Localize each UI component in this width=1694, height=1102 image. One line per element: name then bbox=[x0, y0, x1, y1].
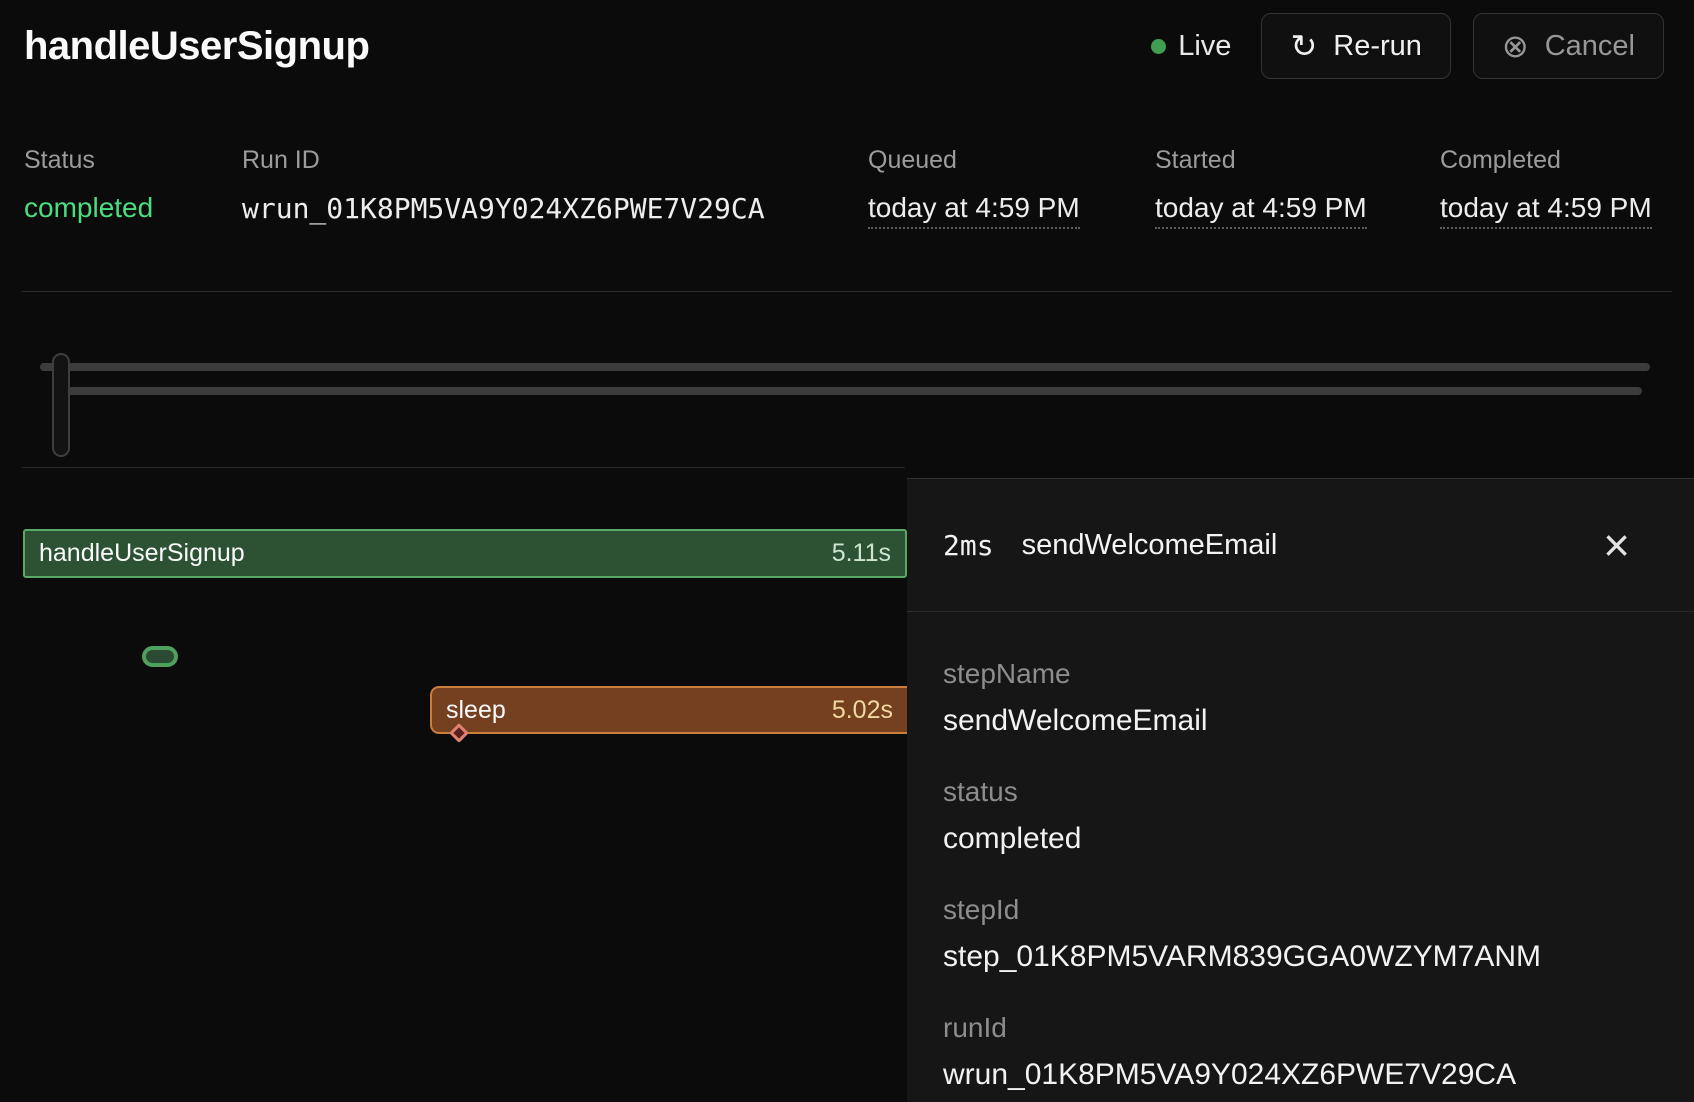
run-id-label: Run ID bbox=[242, 146, 765, 175]
panel-body: stepName sendWelcomeEmail status complet… bbox=[907, 612, 1694, 1092]
run-id-value: wrun_01K8PM5VA9Y024XZ6PWE7V29CA bbox=[242, 192, 765, 225]
status-value: completed bbox=[24, 192, 153, 224]
step-name-label: stepName bbox=[943, 658, 1658, 690]
started-label: Started bbox=[1155, 146, 1367, 175]
close-icon: × bbox=[1603, 519, 1630, 571]
live-label: Live bbox=[1178, 30, 1231, 63]
page-title: handleUserSignup bbox=[24, 24, 369, 69]
cancel-label: Cancel bbox=[1545, 30, 1635, 63]
cancel-circle-icon: ⊗ bbox=[1502, 30, 1529, 62]
minimap-brush-handle[interactable] bbox=[52, 353, 70, 457]
panel-step-title: sendWelcomeEmail bbox=[1022, 529, 1278, 562]
span-root-label: handleUserSignup bbox=[39, 539, 245, 568]
queued-label: Queued bbox=[868, 146, 1080, 175]
close-panel-button[interactable]: × bbox=[1603, 522, 1630, 568]
meta-queued: Queued today at 4:59 PM bbox=[868, 146, 1080, 229]
step-id-value: step_01K8PM5VARM839GGA0WZYM7ANM bbox=[943, 940, 1658, 974]
field-status: status completed bbox=[943, 776, 1658, 856]
chart-divider bbox=[22, 467, 905, 468]
field-run-id: runId wrun_01K8PM5VA9Y024XZ6PWE7V29CA bbox=[943, 1012, 1658, 1092]
status-label: Status bbox=[24, 146, 153, 175]
meta-started: Started today at 4:59 PM bbox=[1155, 146, 1367, 229]
span-root-duration: 5.11s bbox=[832, 539, 891, 568]
rerun-button[interactable]: ↻ Re-run bbox=[1261, 13, 1450, 79]
minimap-span-sleep bbox=[62, 387, 1642, 395]
span-bar-root[interactable]: handleUserSignup 5.11s bbox=[23, 529, 907, 578]
run-meta: Status completed Run ID wrun_01K8PM5VA9Y… bbox=[0, 146, 1694, 246]
meta-run-id: Run ID wrun_01K8PM5VA9Y024XZ6PWE7V29CA bbox=[242, 146, 765, 225]
header: handleUserSignup Live ↻ Re-run ⊗ Cancel bbox=[0, 0, 1694, 92]
rerun-label: Re-run bbox=[1333, 30, 1422, 63]
step-status-label: status bbox=[943, 776, 1658, 808]
step-id-label: stepId bbox=[943, 894, 1658, 926]
queued-value: today at 4:59 PM bbox=[868, 192, 1080, 229]
live-toggle[interactable]: Live bbox=[1143, 30, 1239, 63]
step-name-value: sendWelcomeEmail bbox=[943, 704, 1658, 738]
header-divider bbox=[22, 291, 1672, 292]
panel-header: 2ms sendWelcomeEmail × bbox=[907, 479, 1694, 612]
field-step-id: stepId step_01K8PM5VARM839GGA0WZYM7ANM bbox=[943, 894, 1658, 974]
span-bar-sleep[interactable]: sleep 5.02s bbox=[430, 686, 907, 734]
step-run-id-label: runId bbox=[943, 1012, 1658, 1044]
meta-status: Status completed bbox=[24, 146, 153, 224]
step-detail-panel: 2ms sendWelcomeEmail × stepName sendWelc… bbox=[907, 478, 1694, 1102]
started-value: today at 4:59 PM bbox=[1155, 192, 1367, 229]
cancel-button[interactable]: ⊗ Cancel bbox=[1473, 13, 1664, 79]
run-detail-page: handleUserSignup Live ↻ Re-run ⊗ Cancel … bbox=[0, 0, 1694, 1102]
completed-label: Completed bbox=[1440, 146, 1652, 175]
refresh-icon: ↻ bbox=[1290, 30, 1317, 62]
step-status-value: completed bbox=[943, 822, 1658, 856]
meta-completed: Completed today at 4:59 PM bbox=[1440, 146, 1652, 229]
live-status-dot-icon bbox=[1151, 39, 1166, 54]
panel-step-duration: 2ms bbox=[943, 529, 994, 562]
minimap-span-root bbox=[40, 363, 1650, 371]
header-actions: Live ↻ Re-run ⊗ Cancel bbox=[1143, 13, 1664, 79]
field-step-name: stepName sendWelcomeEmail bbox=[943, 658, 1658, 738]
completed-value: today at 4:59 PM bbox=[1440, 192, 1652, 229]
span-bar-send-welcome-email[interactable] bbox=[142, 646, 178, 667]
step-run-id-value: wrun_01K8PM5VA9Y024XZ6PWE7V29CA bbox=[943, 1058, 1658, 1092]
span-sleep-duration: 5.02s bbox=[832, 696, 893, 725]
span-sleep-label: sleep bbox=[446, 696, 506, 725]
